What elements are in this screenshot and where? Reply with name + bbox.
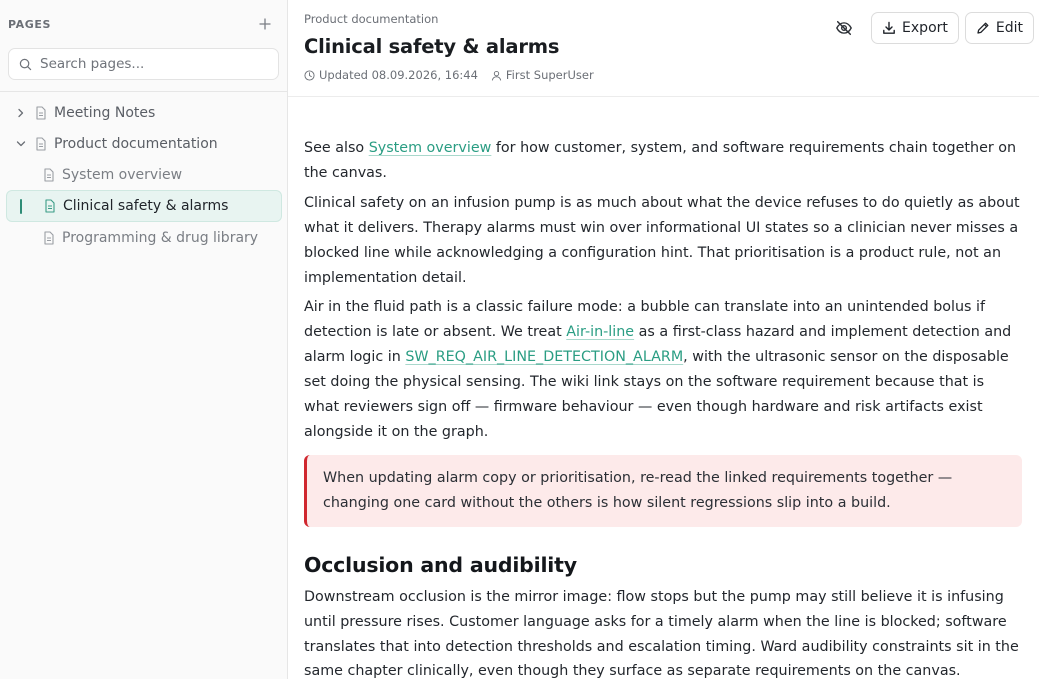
export-label: Export xyxy=(902,20,948,36)
chevron-right-icon[interactable] xyxy=(14,106,28,120)
edit-button[interactable]: Edit xyxy=(964,12,1034,44)
search-input[interactable] xyxy=(40,56,260,72)
document-icon xyxy=(34,136,48,151)
tree-item-meeting-notes[interactable]: Meeting Notes xyxy=(6,97,282,128)
tree-item-label: Product documentation xyxy=(54,135,218,152)
page-title: Clinical safety & alarms xyxy=(304,35,560,58)
sidebar-header: PAGES xyxy=(8,16,273,32)
paragraph: Clinical safety on an infusion pump is a… xyxy=(304,194,1020,286)
paragraph: Downstream occlusion is the mirror image… xyxy=(304,588,1019,679)
clock-icon xyxy=(304,69,315,81)
sidebar-divider xyxy=(0,91,287,92)
download-icon xyxy=(883,21,895,34)
tree-item-label: Meeting Notes xyxy=(54,104,156,121)
tree-item-clinical-safety-alarms[interactable]: Clinical safety & alarms xyxy=(6,190,282,222)
active-indicator xyxy=(20,199,22,214)
article-body: See also System overview for how custome… xyxy=(304,136,1022,679)
paragraph: Air in the fluid path is a classic failu… xyxy=(304,295,1022,444)
warning-callout: When updating alarm copy or prioritisati… xyxy=(304,454,1022,527)
tree-item-label: Clinical safety & alarms xyxy=(63,198,229,214)
paragraph: See also System overview for how custome… xyxy=(304,136,1022,186)
breadcrumb[interactable]: Product documentation xyxy=(304,12,438,26)
author-text: First SuperUser xyxy=(505,68,594,82)
hide-visibility-button[interactable] xyxy=(827,12,861,44)
main-content: Product documentation Clinical safety & … xyxy=(288,0,1039,679)
user-icon xyxy=(491,70,501,81)
link-sw-req-air-line[interactable]: SW_REQ_AIR_LINE_DETECTION_ALARM xyxy=(405,349,683,365)
eye-off-icon xyxy=(836,20,852,36)
tree-item-product-documentation[interactable]: Product documentation xyxy=(6,128,282,159)
pencil-icon xyxy=(977,22,989,34)
chevron-down-icon[interactable] xyxy=(14,137,28,151)
page-meta: Updated 08.09.2026, 16:44 First SuperUse… xyxy=(304,68,594,82)
author-info: First SuperUser xyxy=(491,68,594,82)
document-icon xyxy=(42,167,56,182)
link-system-overview[interactable]: System overview xyxy=(369,140,492,156)
text: See also xyxy=(304,140,369,156)
updated-text: Updated 08.09.2026, 16:44 xyxy=(319,68,478,82)
updated-info: Updated 08.09.2026, 16:44 xyxy=(304,68,478,82)
export-button[interactable]: Export xyxy=(871,12,959,44)
edit-label: Edit xyxy=(995,20,1023,36)
search-box xyxy=(8,48,279,80)
sidebar-title: PAGES xyxy=(8,17,52,31)
search-icon xyxy=(19,58,32,70)
header-actions: Export Edit xyxy=(827,12,1034,44)
page-header: Product documentation Clinical safety & … xyxy=(288,0,1039,97)
tree-item-programming-drug-library[interactable]: Programming & drug library xyxy=(6,222,282,253)
tree-item-label: System overview xyxy=(62,166,183,183)
add-page-button[interactable] xyxy=(257,16,273,32)
document-icon xyxy=(34,105,48,120)
page-tree: Meeting Notes Product documentation Syst… xyxy=(6,97,282,253)
tree-item-label: Programming & drug library xyxy=(62,229,259,246)
document-icon xyxy=(43,199,57,213)
document-icon xyxy=(42,230,56,245)
section-heading: Occlusion and audibility xyxy=(304,552,577,577)
sidebar: PAGES Meeting Notes Product documen xyxy=(0,0,288,679)
plus-icon xyxy=(259,18,271,30)
tree-item-system-overview[interactable]: System overview xyxy=(6,159,282,190)
link-air-in-line[interactable]: Air-in-line xyxy=(566,324,634,340)
